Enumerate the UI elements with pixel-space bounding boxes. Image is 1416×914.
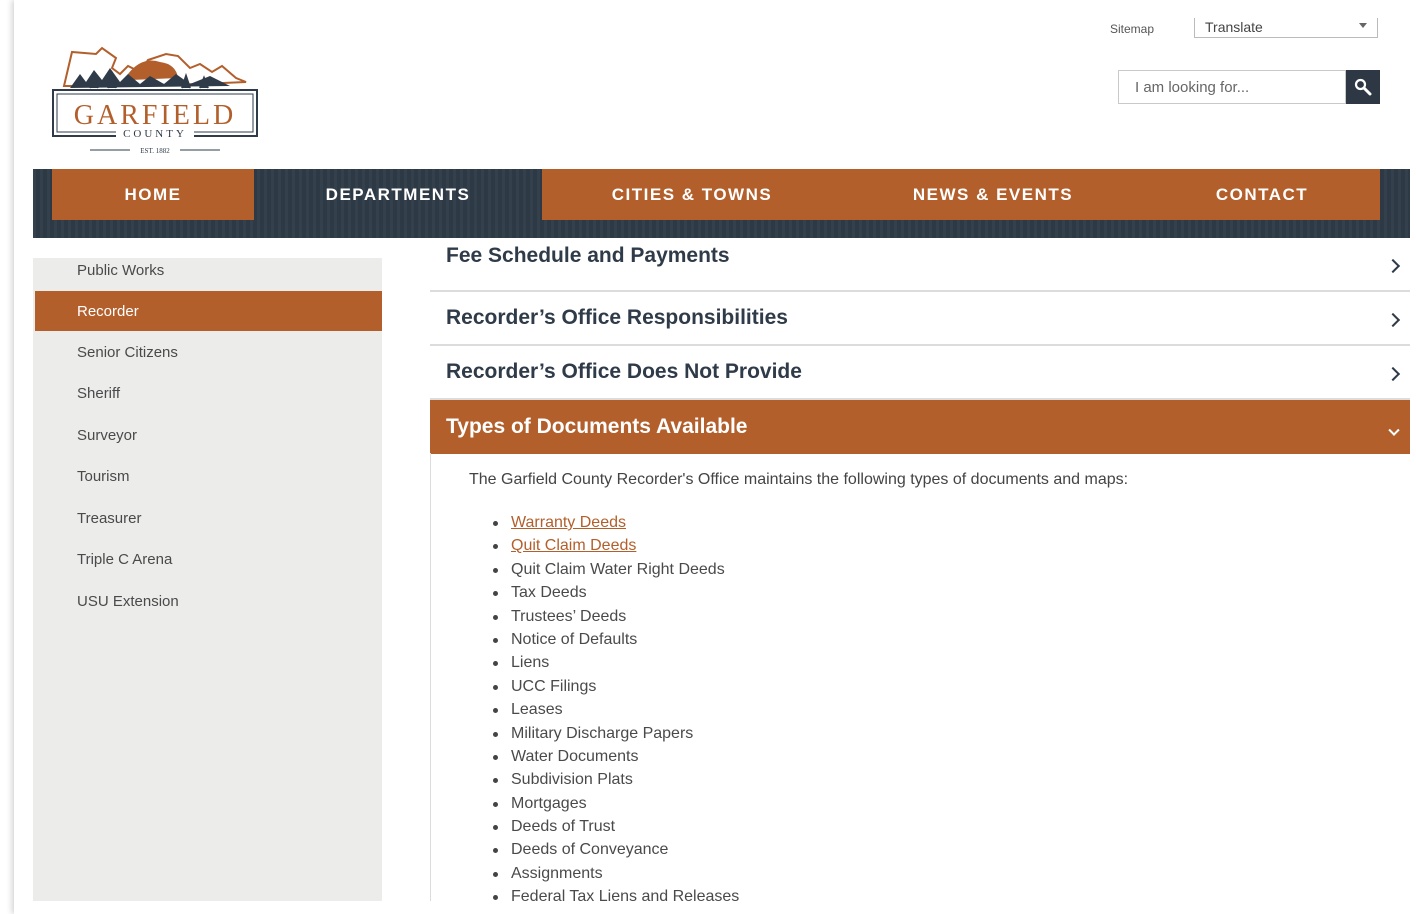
accordion-types-of-documents[interactable]: Types of Documents Available bbox=[430, 400, 1410, 454]
accordion-responsibilities[interactable]: Recorder’s Office Responsibilities bbox=[430, 292, 1410, 346]
list-item: Quit Claim Deeds bbox=[469, 534, 739, 557]
accordion-panel-types-of-documents: The Garfield County Recorder's Office ma… bbox=[430, 453, 1410, 901]
sidebar-item-tourism[interactable]: Tourism bbox=[35, 456, 382, 496]
logo-name: GARFIELD bbox=[74, 100, 236, 131]
accordion-title: Types of Documents Available bbox=[446, 415, 748, 438]
sidebar-item-usu-extension[interactable]: USU Extension bbox=[35, 581, 382, 621]
accordion-title: Recorder’s Office Responsibilities bbox=[446, 306, 788, 329]
list-item: Federal Tax Liens and Releases bbox=[469, 885, 739, 901]
accordion-fee-schedule[interactable]: Fee Schedule and Payments bbox=[430, 238, 1410, 292]
search-button[interactable] bbox=[1346, 70, 1380, 104]
sidebar-item-sheriff[interactable]: Sheriff bbox=[35, 373, 382, 413]
chevron-down-icon bbox=[1359, 23, 1367, 28]
list-item: Tax Deeds bbox=[469, 581, 739, 604]
documents-list: Warranty Deeds Quit Claim Deeds Quit Cla… bbox=[469, 511, 739, 901]
list-item: Assignments bbox=[469, 862, 739, 885]
accordion-title: Recorder’s Office Does Not Provide bbox=[446, 360, 802, 383]
list-item: Notice of Defaults bbox=[469, 628, 739, 651]
accordion-title: Fee Schedule and Payments bbox=[446, 244, 730, 267]
site-search bbox=[1118, 70, 1380, 104]
chevron-right-icon bbox=[1385, 312, 1401, 328]
accordion-does-not-provide[interactable]: Recorder’s Office Does Not Provide bbox=[430, 346, 1410, 400]
chevron-right-icon bbox=[1385, 366, 1401, 382]
list-item: Trustees’ Deeds bbox=[469, 605, 739, 628]
list-item: Quit Claim Water Right Deeds bbox=[469, 558, 739, 581]
main-navigation: HOME DEPARTMENTS CITIES & TOWNS NEWS & E… bbox=[33, 169, 1410, 238]
sidebar-item-public-works[interactable]: Public Works bbox=[35, 250, 382, 290]
nav-cities-towns[interactable]: CITIES & TOWNS bbox=[542, 169, 842, 220]
quit-claim-deeds-link[interactable]: Quit Claim Deeds bbox=[511, 537, 636, 554]
list-item: Deeds of Trust bbox=[469, 815, 739, 838]
list-item: Water Documents bbox=[469, 745, 739, 768]
sidebar-item-recorder[interactable]: Recorder bbox=[35, 291, 382, 331]
chevron-right-icon bbox=[1385, 258, 1401, 274]
top-utility-links: Sitemap Translate bbox=[1110, 18, 1390, 44]
list-item: Mortgages bbox=[469, 792, 739, 815]
nav-news-events[interactable]: NEWS & EVENTS bbox=[842, 169, 1144, 220]
list-item: Deeds of Conveyance bbox=[469, 838, 739, 861]
sidebar-item-surveyor[interactable]: Surveyor bbox=[35, 415, 382, 455]
list-item: Subdivision Plats bbox=[469, 768, 739, 791]
documents-intro: The Garfield County Recorder's Office ma… bbox=[469, 471, 1129, 488]
sidebar-item-triple-c-arena[interactable]: Triple C Arena bbox=[35, 539, 382, 579]
warranty-deeds-link[interactable]: Warranty Deeds bbox=[511, 514, 626, 531]
translate-dropdown[interactable]: Translate bbox=[1194, 18, 1378, 38]
list-item: Liens bbox=[469, 651, 739, 674]
recorder-accordion: Fee Schedule and Payments Recorder’s Off… bbox=[430, 238, 1410, 901]
sidebar-item-senior-citizens[interactable]: Senior Citizens bbox=[35, 332, 382, 372]
list-item: UCC Filings bbox=[469, 675, 739, 698]
nav-home[interactable]: HOME bbox=[52, 169, 254, 220]
nav-departments[interactable]: DEPARTMENTS bbox=[254, 169, 542, 220]
search-icon bbox=[1354, 78, 1372, 96]
sidebar-item-treasurer[interactable]: Treasurer bbox=[35, 498, 382, 538]
logo-established: EST. 1882 bbox=[140, 147, 170, 155]
list-item: Warranty Deeds bbox=[469, 511, 739, 534]
list-item: Leases bbox=[469, 698, 739, 721]
sitemap-link[interactable]: Sitemap bbox=[1110, 22, 1154, 36]
chevron-down-icon bbox=[1388, 424, 1400, 436]
nav-contact[interactable]: CONTACT bbox=[1144, 169, 1380, 220]
page: GARFIELD COUNTY EST. 1882 Sitemap Transl… bbox=[0, 0, 1416, 914]
list-item: Military Discharge Papers bbox=[469, 722, 739, 745]
logo-graphic: GARFIELD COUNTY EST. 1882 bbox=[52, 46, 258, 155]
translate-label: Translate bbox=[1205, 19, 1263, 35]
department-sidebar: Public Works Recorder Senior Citizens Sh… bbox=[33, 258, 382, 901]
search-input[interactable] bbox=[1118, 70, 1346, 104]
garfield-county-logo[interactable]: GARFIELD COUNTY EST. 1882 bbox=[50, 44, 260, 158]
logo-county: COUNTY bbox=[123, 128, 187, 140]
